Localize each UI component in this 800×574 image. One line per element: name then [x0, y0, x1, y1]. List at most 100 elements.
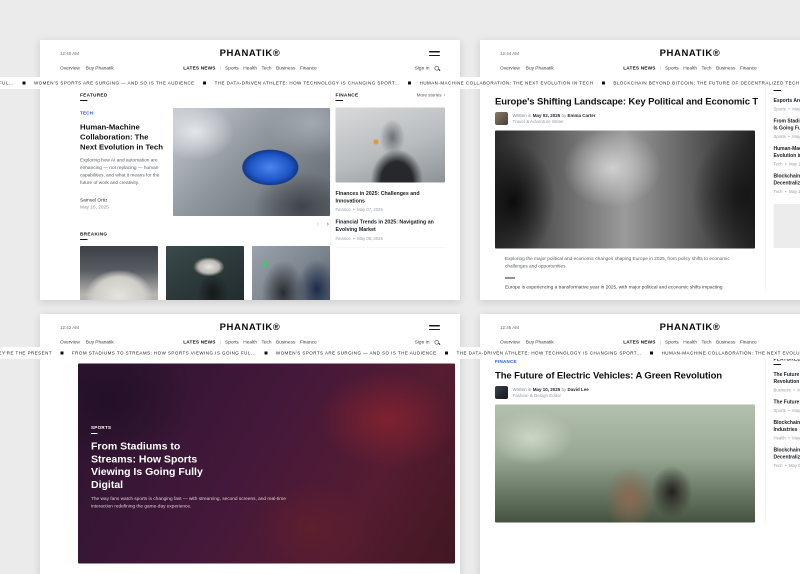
nav-finance[interactable]: Finance	[300, 340, 317, 346]
brand-logo[interactable]: PHANATIK®	[500, 322, 800, 333]
sidebar-article[interactable]: Esports Aren't the Future — They're the …	[774, 98, 800, 112]
divider	[660, 340, 661, 345]
nav-sports[interactable]: Sports	[665, 340, 679, 346]
dot-separator: •	[788, 134, 789, 139]
sign-in-link[interactable]: Sign In	[415, 66, 430, 72]
search-icon[interactable]	[434, 65, 440, 71]
article-hero-image	[495, 131, 755, 249]
dot-separator: •	[788, 408, 789, 413]
ticker-headline[interactable]: FROM STADIUMS TO STREAMS: HOW SPORTS VIE…	[0, 81, 14, 86]
nav-health[interactable]: Health	[683, 340, 697, 346]
ticker-headline[interactable]: FROM STADIUMS TO STREAMS: HOW SPORTS VIE…	[72, 351, 256, 356]
lead-article-image[interactable]	[173, 108, 330, 216]
category-tag-finance[interactable]: FINANCE	[495, 359, 517, 367]
buy-phanatik-link[interactable]: Buy Phanatik	[526, 340, 554, 346]
overview-link[interactable]: Overview	[500, 66, 520, 72]
brand-logo[interactable]: PHANATIK®	[60, 322, 440, 333]
category-tag-tech[interactable]: TECH	[80, 111, 93, 119]
nav-tech[interactable]: Tech	[702, 66, 712, 72]
nav-business[interactable]: Business	[276, 66, 295, 72]
lates-news-link[interactable]: LATES NEWS	[623, 340, 655, 346]
sign-in-link[interactable]: Sign In	[415, 340, 430, 346]
lates-news-link[interactable]: LATES NEWS	[183, 340, 215, 346]
menu-icon[interactable]	[429, 325, 440, 330]
buy-phanatik-link[interactable]: Buy Phanatik	[86, 66, 114, 72]
lates-news-link[interactable]: LATES NEWS	[183, 66, 215, 72]
clock: 12:44 AM	[500, 51, 519, 56]
author-avatar	[495, 386, 508, 399]
nav-tech[interactable]: Tech	[702, 340, 712, 346]
ticker-headline[interactable]: ESPORTS AREN'T THE FUTURE — THEY'RE THE …	[0, 351, 52, 356]
overview-link[interactable]: Overview	[60, 340, 80, 346]
menu-icon[interactable]	[429, 51, 440, 56]
nav-sports[interactable]: Sports	[225, 66, 239, 72]
square-separator-icon	[60, 352, 63, 355]
ticker-headline[interactable]: HUMAN-MACHINE COLLABORATION: THE NEXT EV…	[662, 351, 800, 356]
ticker-headline[interactable]: WOMEN'S SPORTS ARE SURGING — AND SO IS T…	[34, 81, 195, 86]
byline-date: May 02, 2025	[533, 113, 561, 118]
dot-separator: •	[785, 463, 786, 468]
finance-article-image[interactable]	[336, 108, 446, 183]
divider	[336, 247, 446, 248]
ticker-headline[interactable]: WOMEN'S SPORTS ARE SURGING — AND SO IS T…	[276, 351, 437, 356]
nav-business[interactable]: Business	[716, 66, 735, 72]
brand-logo[interactable]: PHANATIK®	[60, 48, 440, 59]
lead-article-title[interactable]: Human-Machine Collaboration: The Next Ev…	[80, 123, 165, 153]
nav-sports[interactable]: Sports	[225, 340, 239, 346]
site-header: 12:42 AM PHANATIK® Overview Buy Phanatik…	[40, 314, 460, 352]
sidebar-article[interactable]: From Stadiums to Streams: How Sports Vie…	[774, 118, 800, 139]
sidebar-article[interactable]: Human-Machine Collaboration: The Next Ev…	[774, 146, 800, 167]
buy-phanatik-link[interactable]: Buy Phanatik	[86, 340, 114, 346]
breaking-card-image-3[interactable]	[252, 246, 330, 300]
lead-article-date: May 16, 2025	[80, 205, 165, 211]
nav-finance[interactable]: Finance	[300, 66, 317, 72]
category-tag-sports[interactable]: SPORTS	[91, 425, 296, 434]
hero-article-title[interactable]: From Stadiums to Streams: How Sports Vie…	[91, 440, 217, 491]
ticker-headline[interactable]: THE DATA-DRIVEN ATHLETE: HOW TECHNOLOGY …	[457, 351, 642, 356]
breaking-card-image-1[interactable]	[80, 246, 158, 300]
finance-article-title[interactable]: Finances in 2025: Challenges and Innovat…	[336, 190, 446, 205]
sidebar-article[interactable]: Blockchain Beyond Bitcoin: Transforming …	[774, 420, 800, 441]
ticker-headline[interactable]: HUMAN-MACHINE COLLABORATION: THE NEXT EV…	[420, 81, 594, 86]
article-hero-image	[495, 405, 755, 523]
nav-business[interactable]: Business	[716, 340, 735, 346]
buy-phanatik-link[interactable]: Buy Phanatik	[526, 66, 554, 72]
search-icon[interactable]	[434, 339, 440, 345]
square-separator-icon	[203, 82, 206, 85]
overview-link[interactable]: Overview	[500, 340, 520, 346]
sidebar-article[interactable]: Blockchain Beyond Bitcoin: The Future of…	[774, 173, 800, 194]
breaking-card-image-2[interactable]	[166, 246, 244, 300]
sidebar-article[interactable]: Blockchain Beyond Bitcoin: The Future of…	[774, 447, 800, 468]
sidebar-article[interactable]: The Future of Electric Vehicles: A Green…	[774, 372, 800, 393]
ticker-headline[interactable]: BLOCKCHAIN BEYOND BITCOIN: THE FUTURE OF…	[613, 81, 799, 86]
ticker-headline[interactable]: THE DATA-DRIVEN ATHLETE: HOW TECHNOLOGY …	[215, 81, 400, 86]
lates-news-link[interactable]: LATES NEWS	[623, 66, 655, 72]
brand-logo[interactable]: PHANATIK®	[500, 48, 800, 59]
lead-article: TECH Human-Machine Collaboration: The Ne…	[80, 108, 330, 216]
byline: Written in May 02, 2025 by Emma Carter T…	[495, 112, 758, 125]
square-separator-icon	[22, 82, 25, 85]
nav-finance[interactable]: Finance	[740, 66, 757, 72]
nav-health[interactable]: Health	[683, 66, 697, 72]
carousel-next-icon[interactable]: ›	[327, 220, 330, 228]
byline-role: Travel & Adventure Writer	[513, 119, 596, 124]
nav-business[interactable]: Business	[276, 340, 295, 346]
nav-tech[interactable]: Tech	[262, 66, 272, 72]
more-stories-link[interactable]: More stories›	[417, 93, 445, 98]
clock: 12:46 AM	[500, 325, 519, 330]
nav-health[interactable]: Health	[243, 340, 257, 346]
featured-sidebar: FEATURED Esports Aren't the Future — The…	[766, 83, 800, 292]
finance-article-title[interactable]: Financial Trends in 2025: Navigating an …	[336, 219, 446, 234]
byline-date: May 10, 2025	[533, 387, 561, 392]
sidebar-article[interactable]: The Future of Work: AI and Job Creation …	[774, 399, 800, 413]
hero-article[interactable]: SPORTS From Stadiums to Streams: How Spo…	[78, 364, 455, 564]
nav-sports[interactable]: Sports	[665, 66, 679, 72]
overview-link[interactable]: Overview	[60, 66, 80, 72]
nav-tech[interactable]: Tech	[262, 340, 272, 346]
nav-finance[interactable]: Finance	[740, 340, 757, 346]
carousel-prev-icon[interactable]: ‹	[317, 220, 320, 228]
nav-health[interactable]: Health	[243, 66, 257, 72]
featured-sidebar: FEATURED The Future of Electric Vehicles…	[766, 357, 800, 523]
finance-section-label: FINANCE	[336, 93, 359, 102]
dot-separator: •	[785, 162, 786, 167]
